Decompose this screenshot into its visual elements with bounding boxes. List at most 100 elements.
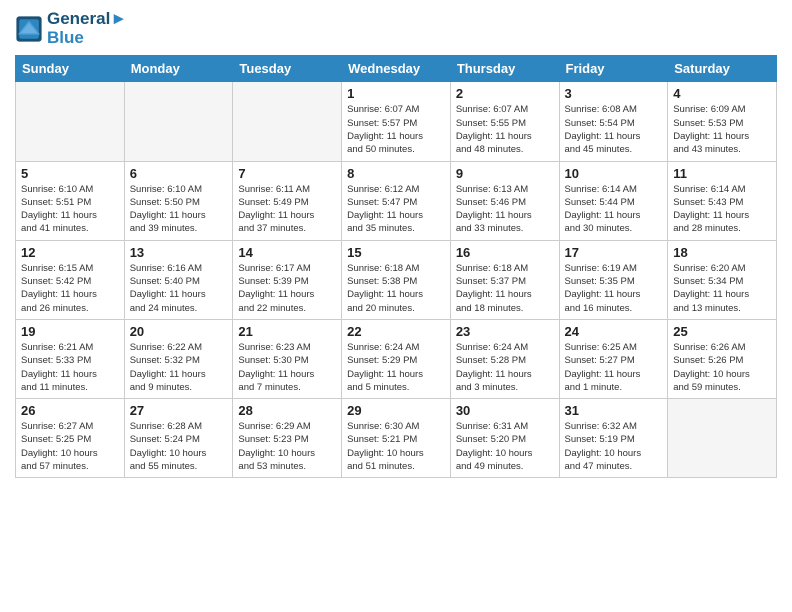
day-info: Sunrise: 6:25 AM Sunset: 5:27 PM Dayligh…: [565, 341, 663, 394]
calendar-day-cell: 10 Sunrise: 6:14 AM Sunset: 5:44 PM Dayli…: [559, 161, 668, 240]
day-number: 2: [456, 86, 554, 101]
calendar-day-cell: 14 Sunrise: 6:17 AM Sunset: 5:39 PM Dayli…: [233, 240, 342, 319]
header: General► Blue: [15, 10, 777, 47]
day-number: 28: [238, 403, 336, 418]
calendar-day-cell: 13 Sunrise: 6:16 AM Sunset: 5:40 PM Dayli…: [124, 240, 233, 319]
day-number: 19: [21, 324, 119, 339]
day-number: 14: [238, 245, 336, 260]
calendar-day-cell: 12 Sunrise: 6:15 AM Sunset: 5:42 PM Dayli…: [16, 240, 125, 319]
calendar-day-cell: 15 Sunrise: 6:18 AM Sunset: 5:38 PM Dayli…: [342, 240, 451, 319]
day-number: 27: [130, 403, 228, 418]
weekday-header-row: SundayMondayTuesdayWednesdayThursdayFrid…: [16, 56, 777, 82]
day-info: Sunrise: 6:07 AM Sunset: 5:55 PM Dayligh…: [456, 103, 554, 156]
calendar-day-cell: 28 Sunrise: 6:29 AM Sunset: 5:23 PM Dayli…: [233, 399, 342, 478]
calendar-day-cell: 11 Sunrise: 6:14 AM Sunset: 5:43 PM Dayli…: [668, 161, 777, 240]
day-info: Sunrise: 6:10 AM Sunset: 5:51 PM Dayligh…: [21, 183, 119, 236]
day-info: Sunrise: 6:07 AM Sunset: 5:57 PM Dayligh…: [347, 103, 445, 156]
day-number: 26: [21, 403, 119, 418]
day-info: Sunrise: 6:08 AM Sunset: 5:54 PM Dayligh…: [565, 103, 663, 156]
day-info: Sunrise: 6:26 AM Sunset: 5:26 PM Dayligh…: [673, 341, 771, 394]
day-info: Sunrise: 6:16 AM Sunset: 5:40 PM Dayligh…: [130, 262, 228, 315]
weekday-header: Thursday: [450, 56, 559, 82]
day-number: 30: [456, 403, 554, 418]
calendar-day-cell: 22 Sunrise: 6:24 AM Sunset: 5:29 PM Dayli…: [342, 319, 451, 398]
calendar-day-cell: 9Sunrise: 6:13 AM Sunset: 5:46 PM Daylig…: [450, 161, 559, 240]
day-number: 10: [565, 166, 663, 181]
calendar-day-cell: 7 Sunrise: 6:11 AM Sunset: 5:49 PM Daylig…: [233, 161, 342, 240]
day-info: Sunrise: 6:24 AM Sunset: 5:28 PM Dayligh…: [456, 341, 554, 394]
day-info: Sunrise: 6:11 AM Sunset: 5:49 PM Dayligh…: [238, 183, 336, 236]
day-info: Sunrise: 6:19 AM Sunset: 5:35 PM Dayligh…: [565, 262, 663, 315]
calendar-week-row: 1 Sunrise: 6:07 AM Sunset: 5:57 PM Daylig…: [16, 82, 777, 161]
day-info: Sunrise: 6:14 AM Sunset: 5:43 PM Dayligh…: [673, 183, 771, 236]
calendar-week-row: 26 Sunrise: 6:27 AM Sunset: 5:25 PM Dayli…: [16, 399, 777, 478]
day-number: 15: [347, 245, 445, 260]
logo-icon: [15, 15, 43, 43]
calendar-day-cell: [16, 82, 125, 161]
calendar-day-cell: 31Sunrise: 6:32 AM Sunset: 5:19 PM Dayli…: [559, 399, 668, 478]
day-number: 7: [238, 166, 336, 181]
weekday-header: Saturday: [668, 56, 777, 82]
calendar-day-cell: 25 Sunrise: 6:26 AM Sunset: 5:26 PM Dayli…: [668, 319, 777, 398]
calendar-day-cell: 8 Sunrise: 6:12 AM Sunset: 5:47 PM Daylig…: [342, 161, 451, 240]
calendar-day-cell: 16 Sunrise: 6:18 AM Sunset: 5:37 PM Dayli…: [450, 240, 559, 319]
day-info: Sunrise: 6:29 AM Sunset: 5:23 PM Dayligh…: [238, 420, 336, 473]
calendar-day-cell: 18Sunrise: 6:20 AM Sunset: 5:34 PM Dayli…: [668, 240, 777, 319]
calendar-table: SundayMondayTuesdayWednesdayThursdayFrid…: [15, 55, 777, 478]
day-number: 31: [565, 403, 663, 418]
day-number: 6: [130, 166, 228, 181]
calendar-day-cell: 24 Sunrise: 6:25 AM Sunset: 5:27 PM Dayli…: [559, 319, 668, 398]
day-number: 21: [238, 324, 336, 339]
day-number: 4: [673, 86, 771, 101]
weekday-header: Sunday: [16, 56, 125, 82]
calendar-day-cell: 17 Sunrise: 6:19 AM Sunset: 5:35 PM Dayli…: [559, 240, 668, 319]
day-number: 5: [21, 166, 119, 181]
weekday-header: Monday: [124, 56, 233, 82]
page-container: General► Blue SundayMondayTuesdayWednesd…: [0, 0, 792, 483]
calendar-day-cell: 2 Sunrise: 6:07 AM Sunset: 5:55 PM Daylig…: [450, 82, 559, 161]
calendar-day-cell: 26 Sunrise: 6:27 AM Sunset: 5:25 PM Dayli…: [16, 399, 125, 478]
calendar-week-row: 5 Sunrise: 6:10 AM Sunset: 5:51 PM Daylig…: [16, 161, 777, 240]
weekday-header: Friday: [559, 56, 668, 82]
day-info: Sunrise: 6:09 AM Sunset: 5:53 PM Dayligh…: [673, 103, 771, 156]
day-info: Sunrise: 6:15 AM Sunset: 5:42 PM Dayligh…: [21, 262, 119, 315]
weekday-header: Wednesday: [342, 56, 451, 82]
day-info: Sunrise: 6:30 AM Sunset: 5:21 PM Dayligh…: [347, 420, 445, 473]
day-info: Sunrise: 6:23 AM Sunset: 5:30 PM Dayligh…: [238, 341, 336, 394]
day-info: Sunrise: 6:17 AM Sunset: 5:39 PM Dayligh…: [238, 262, 336, 315]
day-info: Sunrise: 6:12 AM Sunset: 5:47 PM Dayligh…: [347, 183, 445, 236]
calendar-week-row: 12 Sunrise: 6:15 AM Sunset: 5:42 PM Dayli…: [16, 240, 777, 319]
day-number: 3: [565, 86, 663, 101]
calendar-day-cell: 4 Sunrise: 6:09 AM Sunset: 5:53 PM Daylig…: [668, 82, 777, 161]
day-number: 22: [347, 324, 445, 339]
calendar-day-cell: 5 Sunrise: 6:10 AM Sunset: 5:51 PM Daylig…: [16, 161, 125, 240]
logo: General► Blue: [15, 10, 127, 47]
day-number: 20: [130, 324, 228, 339]
day-number: 24: [565, 324, 663, 339]
day-number: 11: [673, 166, 771, 181]
day-number: 8: [347, 166, 445, 181]
day-number: 17: [565, 245, 663, 260]
day-info: Sunrise: 6:18 AM Sunset: 5:38 PM Dayligh…: [347, 262, 445, 315]
calendar-day-cell: 19Sunrise: 6:21 AM Sunset: 5:33 PM Dayli…: [16, 319, 125, 398]
day-number: 29: [347, 403, 445, 418]
day-number: 16: [456, 245, 554, 260]
day-info: Sunrise: 6:14 AM Sunset: 5:44 PM Dayligh…: [565, 183, 663, 236]
calendar-day-cell: 20Sunrise: 6:22 AM Sunset: 5:32 PM Dayli…: [124, 319, 233, 398]
calendar-day-cell: 27 Sunrise: 6:28 AM Sunset: 5:24 PM Dayli…: [124, 399, 233, 478]
day-info: Sunrise: 6:27 AM Sunset: 5:25 PM Dayligh…: [21, 420, 119, 473]
calendar-day-cell: 29 Sunrise: 6:30 AM Sunset: 5:21 PM Dayli…: [342, 399, 451, 478]
day-info: Sunrise: 6:24 AM Sunset: 5:29 PM Dayligh…: [347, 341, 445, 394]
calendar-day-cell: [668, 399, 777, 478]
day-number: 25: [673, 324, 771, 339]
day-info: Sunrise: 6:31 AM Sunset: 5:20 PM Dayligh…: [456, 420, 554, 473]
day-number: 13: [130, 245, 228, 260]
day-number: 12: [21, 245, 119, 260]
calendar-day-cell: 1 Sunrise: 6:07 AM Sunset: 5:57 PM Daylig…: [342, 82, 451, 161]
day-number: 1: [347, 86, 445, 101]
day-number: 23: [456, 324, 554, 339]
day-info: Sunrise: 6:28 AM Sunset: 5:24 PM Dayligh…: [130, 420, 228, 473]
calendar-day-cell: 6Sunrise: 6:10 AM Sunset: 5:50 PM Daylig…: [124, 161, 233, 240]
day-info: Sunrise: 6:18 AM Sunset: 5:37 PM Dayligh…: [456, 262, 554, 315]
logo-text: General► Blue: [47, 10, 127, 47]
